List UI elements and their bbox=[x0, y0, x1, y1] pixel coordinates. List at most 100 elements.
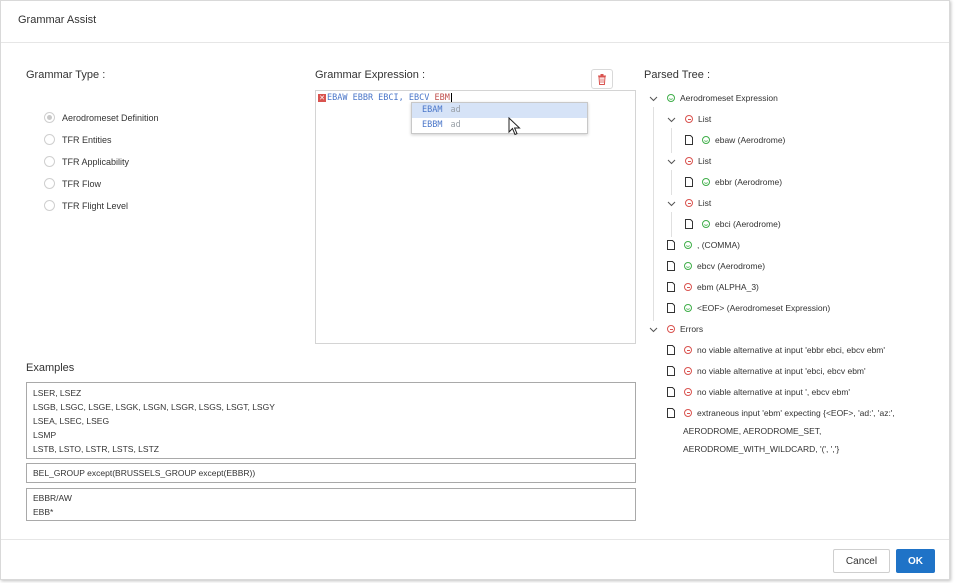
tree-node-leaf[interactable]: <EOF> (Aerodromeset Expression) bbox=[667, 303, 830, 313]
radio-label: Aerodromeset Definition bbox=[62, 112, 159, 123]
error-icon bbox=[685, 115, 693, 123]
tree-node-label: ebbr (Aerodrome) bbox=[715, 177, 783, 187]
mouse-cursor-icon bbox=[508, 117, 521, 136]
tree-node-leaf[interactable]: ebbr (Aerodrome) bbox=[685, 177, 782, 187]
suggestion-item[interactable]: EBBM ad bbox=[412, 118, 587, 133]
tree-node-list[interactable]: List bbox=[667, 156, 711, 166]
radio-button-checked[interactable] bbox=[44, 112, 55, 123]
suggestion-kind: ad bbox=[450, 120, 461, 130]
error-continuation: AERODROME_WITH_WILDCARD, '(', ','} bbox=[683, 444, 840, 454]
suggestion-kind: ad bbox=[450, 105, 461, 115]
tree-node-label: ebcv (Aerodrome) bbox=[697, 261, 766, 271]
parsed-tree-label: Parsed Tree : bbox=[644, 69, 711, 81]
tree-node-label: Errors bbox=[680, 324, 704, 334]
example-box[interactable]: BEL_GROUP except(BRUSSELS_GROUP except(E… bbox=[26, 463, 636, 483]
radio-aerodromeset-definition[interactable]: Aerodromeset Definition bbox=[44, 112, 159, 123]
radio-label: TFR Applicability bbox=[62, 156, 130, 167]
example-box[interactable]: LSER, LSEZ LSGB, LSGC, LSGE, LSGK, LSGN,… bbox=[26, 382, 636, 459]
tree-node-error[interactable]: no viable alternative at input 'ebbr ebc… bbox=[667, 345, 885, 355]
file-icon bbox=[685, 219, 693, 229]
tree-node-label: no viable alternative at input 'ebci, eb… bbox=[697, 366, 866, 376]
example-line: LSTB, LSTO, LSTR, LSTS, LSTZ bbox=[33, 444, 159, 454]
example-line: LSMP bbox=[33, 430, 57, 440]
file-icon bbox=[685, 135, 693, 145]
file-icon bbox=[667, 282, 675, 292]
cancel-button[interactable]: Cancel bbox=[833, 549, 890, 573]
file-icon bbox=[667, 240, 675, 250]
radio-button[interactable] bbox=[44, 134, 55, 145]
tree-guide-line bbox=[671, 170, 672, 195]
radio-button[interactable] bbox=[44, 200, 55, 211]
success-icon bbox=[684, 304, 692, 312]
error-icon bbox=[685, 157, 693, 165]
file-icon bbox=[667, 261, 675, 271]
error-icon bbox=[684, 283, 692, 291]
suggestion-name: EBAM bbox=[422, 105, 443, 115]
tree-node-leaf[interactable]: ebcv (Aerodrome) bbox=[667, 261, 765, 271]
example-line: LSER, LSEZ bbox=[33, 388, 82, 398]
radio-tfr-applicability[interactable]: TFR Applicability bbox=[44, 156, 129, 167]
grammar-assist-dialog: Grammar Assist Grammar Type : Aerodromes… bbox=[0, 0, 950, 580]
tree-node-error[interactable]: no viable alternative at input ', ebcv e… bbox=[667, 387, 850, 397]
tree-node-errors[interactable]: Errors bbox=[649, 324, 703, 334]
tree-node-leaf[interactable]: , (COMMA) bbox=[667, 240, 740, 250]
tree-node-label: ebci (Aerodrome) bbox=[715, 219, 781, 229]
file-icon bbox=[667, 408, 675, 418]
success-icon bbox=[702, 178, 710, 186]
radio-button[interactable] bbox=[44, 178, 55, 189]
chevron-down-icon[interactable] bbox=[667, 115, 676, 124]
tree-node-label: List bbox=[698, 198, 712, 208]
example-line: BEL_GROUP except(BRUSSELS_GROUP except(E… bbox=[33, 468, 256, 478]
tree-node-label: no viable alternative at input 'ebbr ebc… bbox=[697, 345, 885, 355]
tree-node-label: <EOF> (Aerodromeset Expression) bbox=[697, 303, 831, 313]
tree-node-label: extraneous input 'ebm' expecting {<EOF>,… bbox=[697, 408, 895, 418]
tree-guide-line bbox=[671, 128, 672, 153]
tree-node-leaf[interactable]: ebm (ALPHA_3) bbox=[667, 282, 759, 292]
radio-tfr-flow[interactable]: TFR Flow bbox=[44, 178, 101, 189]
error-icon bbox=[684, 409, 692, 417]
tree-node-error[interactable]: extraneous input 'ebm' expecting {<EOF>,… bbox=[667, 408, 895, 418]
example-line: EBB* bbox=[33, 507, 54, 517]
example-box[interactable]: EBBR/AW EBB* bbox=[26, 488, 636, 521]
error-icon bbox=[684, 346, 692, 354]
chevron-down-icon[interactable] bbox=[649, 94, 658, 103]
tree-node-root[interactable]: Aerodromeset Expression bbox=[649, 93, 778, 103]
file-icon bbox=[667, 366, 675, 376]
radio-tfr-entities[interactable]: TFR Entities bbox=[44, 134, 112, 145]
clear-expression-button[interactable] bbox=[591, 69, 613, 89]
file-icon bbox=[667, 387, 675, 397]
tree-node-label: Aerodromeset Expression bbox=[680, 93, 778, 103]
tree-node-list[interactable]: List bbox=[667, 114, 711, 124]
error-continuation: AERODROME, AERODROME_SET, bbox=[683, 426, 822, 436]
examples-label: Examples bbox=[26, 362, 75, 374]
tree-guide-line bbox=[653, 107, 654, 321]
file-icon bbox=[685, 177, 693, 187]
tree-node-list[interactable]: List bbox=[667, 198, 711, 208]
error-icon bbox=[685, 199, 693, 207]
example-line: LSGB, LSGC, LSGE, LSGK, LSGN, LSGR, LSGS… bbox=[33, 402, 275, 412]
chevron-down-icon[interactable] bbox=[667, 199, 676, 208]
suggestion-name: EBBM bbox=[422, 120, 443, 130]
error-icon bbox=[684, 367, 692, 375]
success-icon bbox=[684, 241, 692, 249]
radio-label: TFR Flow bbox=[62, 178, 101, 189]
autocomplete-popup: EBAM ad EBBM ad bbox=[411, 102, 588, 134]
tree-node-leaf[interactable]: ebci (Aerodrome) bbox=[685, 219, 781, 229]
grammar-type-label: Grammar Type : bbox=[26, 69, 106, 81]
tree-node-leaf[interactable]: ebaw (Aerodrome) bbox=[685, 135, 785, 145]
suggestion-item[interactable]: EBAM ad bbox=[412, 103, 587, 118]
file-icon bbox=[667, 303, 675, 313]
radio-label: TFR Flight Level bbox=[62, 200, 129, 211]
file-icon bbox=[667, 345, 675, 355]
success-icon bbox=[667, 94, 675, 102]
tree-node-error[interactable]: no viable alternative at input 'ebci, eb… bbox=[667, 366, 866, 376]
radio-button[interactable] bbox=[44, 156, 55, 167]
error-icon bbox=[684, 388, 692, 396]
chevron-down-icon[interactable] bbox=[667, 157, 676, 166]
tree-node-label: , (COMMA) bbox=[697, 240, 740, 250]
radio-tfr-flight-level[interactable]: TFR Flight Level bbox=[44, 200, 128, 211]
chevron-down-icon[interactable] bbox=[649, 325, 658, 334]
success-icon bbox=[702, 220, 710, 228]
ok-button[interactable]: OK bbox=[896, 549, 935, 573]
tree-node-label: List bbox=[698, 114, 712, 124]
